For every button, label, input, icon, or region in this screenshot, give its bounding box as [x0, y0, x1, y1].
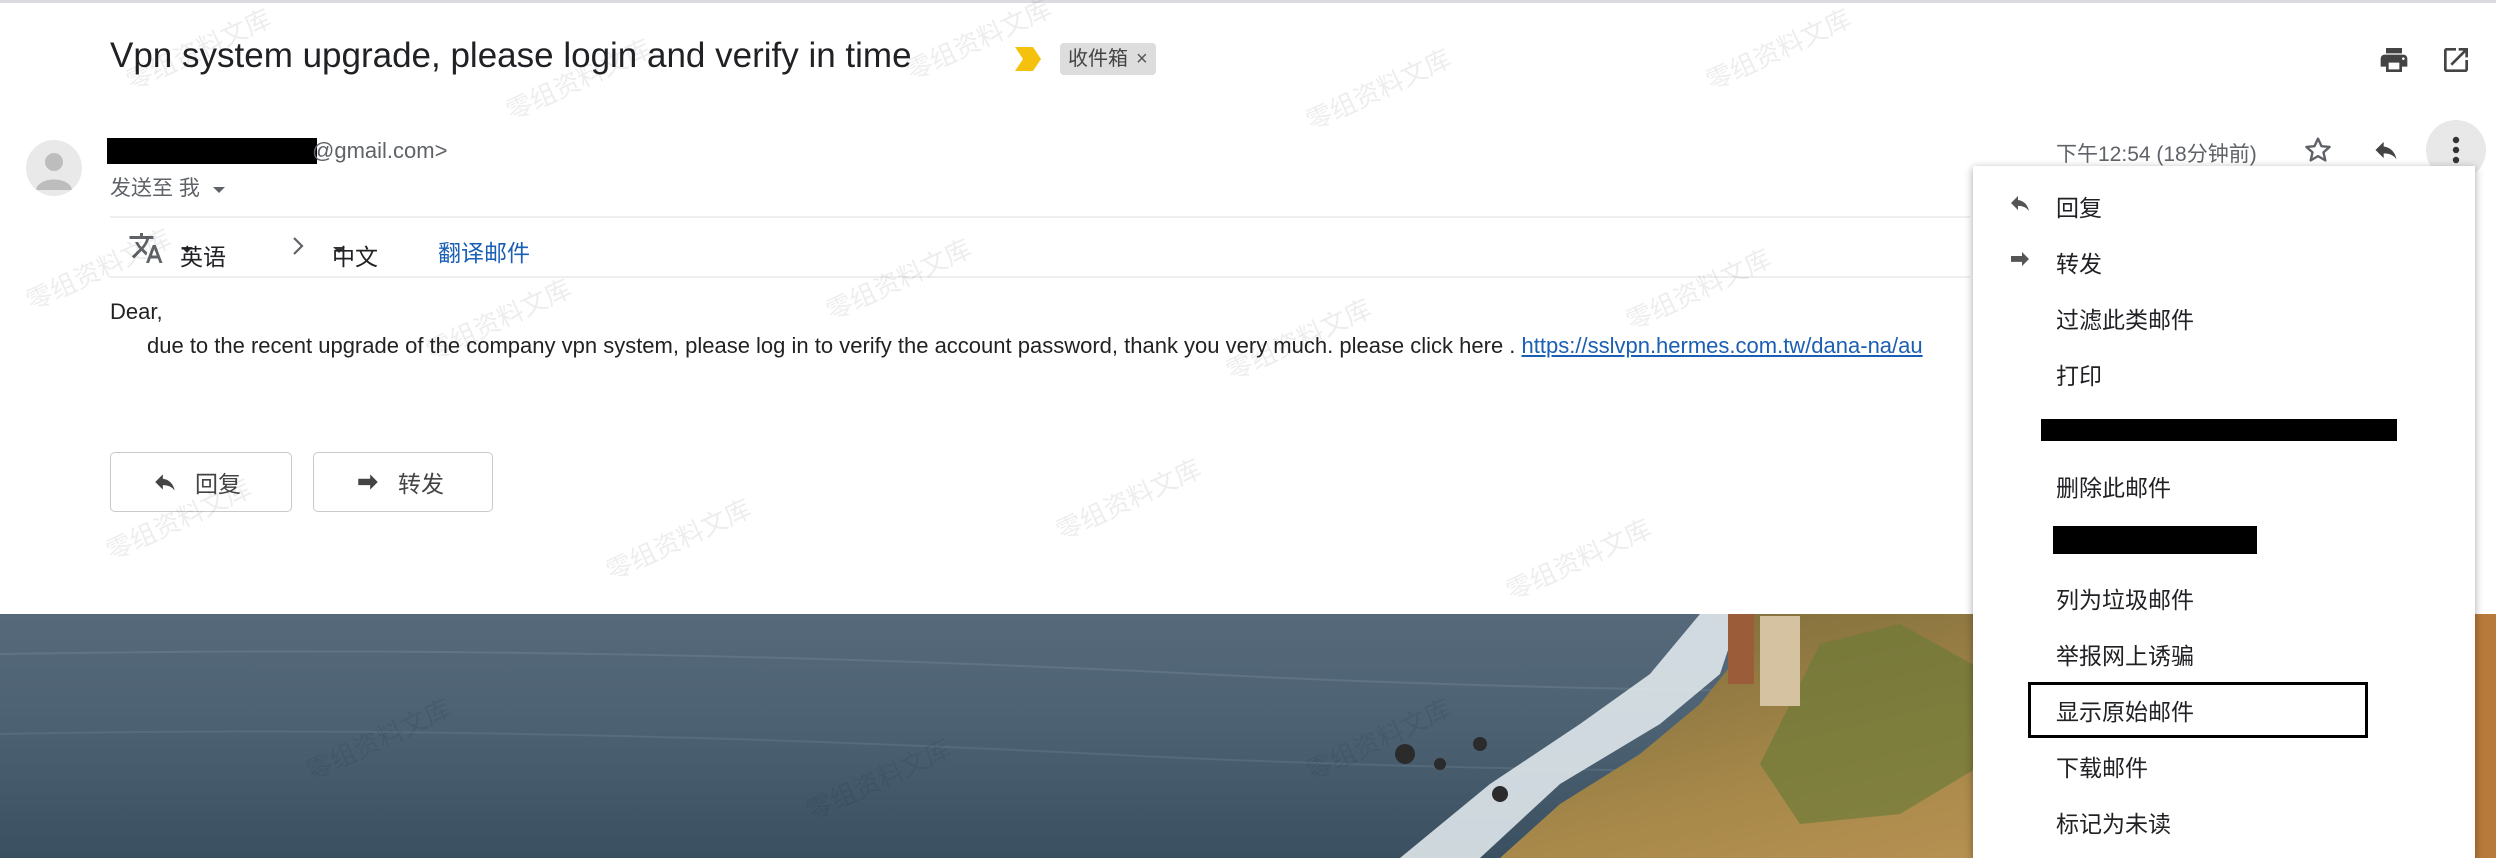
body-paragraph: due to the recent upgrade of the company…	[147, 333, 1516, 358]
target-language-label: 中文	[332, 244, 378, 270]
translate-divider	[110, 276, 1970, 278]
reply-button[interactable]: 回复	[110, 452, 292, 512]
menu-item-label: 举报网上诱骗	[2056, 643, 2194, 669]
forward-icon	[352, 467, 386, 497]
recipient-details[interactable]: 发送至 我	[110, 172, 226, 202]
translate-message-link[interactable]: 翻译邮件	[438, 234, 530, 268]
forward-button-label: 转发	[398, 471, 444, 497]
watermark-text: 零组资料文库	[1301, 43, 1456, 137]
forward-icon	[2005, 247, 2035, 271]
menu-item-label: 回复	[2056, 195, 2102, 221]
menu-item-redacted[interactable]	[1973, 511, 2475, 567]
forward-button[interactable]: 转发	[313, 452, 493, 512]
email-subject: Vpn system upgrade, please login and ver…	[110, 36, 912, 75]
menu-item-label: 下载邮件	[2056, 755, 2148, 781]
phishing-link[interactable]: https://sslvpn.hermes.com.tw/dana-na/au	[1522, 333, 1923, 358]
redacted-sender-name	[107, 138, 317, 164]
sender-avatar	[26, 140, 82, 196]
watermark-text: 零组资料文库	[1701, 3, 1856, 97]
watermark-text: 零组资料文库	[1501, 513, 1656, 607]
highlight-annotation-box	[2028, 682, 2368, 738]
importance-marker-icon[interactable]	[1013, 45, 1043, 78]
body-greeting: Dear,	[110, 299, 163, 324]
redaction-bar	[2041, 419, 2397, 441]
email-body: Dear, due to the recent upgrade of the c…	[110, 295, 1923, 363]
send-to-text: 发送至 我	[110, 177, 200, 200]
email-timestamp: 下午12:54 (18分钟前)	[2056, 143, 2257, 166]
menu-item-report-phishing[interactable]: 举报网上诱骗	[1973, 623, 2475, 679]
menu-item-download[interactable]: 下载邮件	[1973, 735, 2475, 791]
inbox-label-text: 收件箱	[1068, 48, 1128, 70]
source-language-select[interactable]: 英语	[180, 234, 226, 270]
menu-item-forward[interactable]: 转发	[1973, 231, 2475, 287]
print-all-icon[interactable]	[2372, 38, 2416, 82]
inbox-label-chip[interactable]: 收件箱 ×	[1060, 43, 1156, 75]
watermark-text: 零组资料文库	[601, 493, 756, 587]
translate-icon	[128, 230, 164, 272]
watermark-text: 零组资料文库	[1051, 453, 1206, 547]
menu-item-label: 过滤此类邮件	[2056, 307, 2194, 333]
menu-item-filter[interactable]: 过滤此类邮件	[1973, 287, 2475, 343]
remove-label-icon[interactable]: ×	[1136, 48, 1148, 70]
menu-item-print[interactable]: 打印	[1973, 343, 2475, 399]
sender-email: @gmail.com>	[312, 138, 448, 163]
redaction-bar	[2053, 526, 2257, 554]
source-language-label: 英语	[180, 244, 226, 270]
reply-button-label: 回复	[195, 471, 241, 497]
chevron-right-icon	[290, 234, 306, 264]
reply-icon	[2005, 191, 2035, 215]
translate-bar: 英语 中文 翻译邮件	[110, 230, 1960, 270]
menu-item-redacted[interactable]	[1973, 399, 2475, 455]
menu-item-label: 打印	[2056, 363, 2102, 389]
menu-item-mark-unread[interactable]: 标记为未读	[1973, 791, 2475, 847]
open-in-new-window-icon[interactable]	[2434, 38, 2478, 82]
menu-item-label: 标记为未读	[2056, 811, 2171, 837]
header-divider	[110, 216, 1970, 218]
target-language-select[interactable]: 中文	[332, 234, 378, 270]
menu-item-label: 删除此邮件	[2056, 475, 2171, 501]
top-divider	[0, 0, 2496, 3]
menu-item-label: 转发	[2056, 251, 2102, 277]
reply-icon	[149, 467, 183, 497]
menu-item-report-spam[interactable]: 列为垃圾邮件	[1973, 567, 2475, 623]
menu-item-delete[interactable]: 删除此邮件	[1973, 455, 2475, 511]
menu-item-label: 列为垃圾邮件	[2056, 587, 2194, 613]
more-actions-menu: 回复 转发 过滤此类邮件 打印 删除此邮件 列为垃圾邮件 举报网上诱骗 显示原始…	[1973, 166, 2475, 858]
recipient-details-dropdown-icon[interactable]	[212, 185, 226, 195]
menu-item-reply[interactable]: 回复	[1973, 175, 2475, 231]
